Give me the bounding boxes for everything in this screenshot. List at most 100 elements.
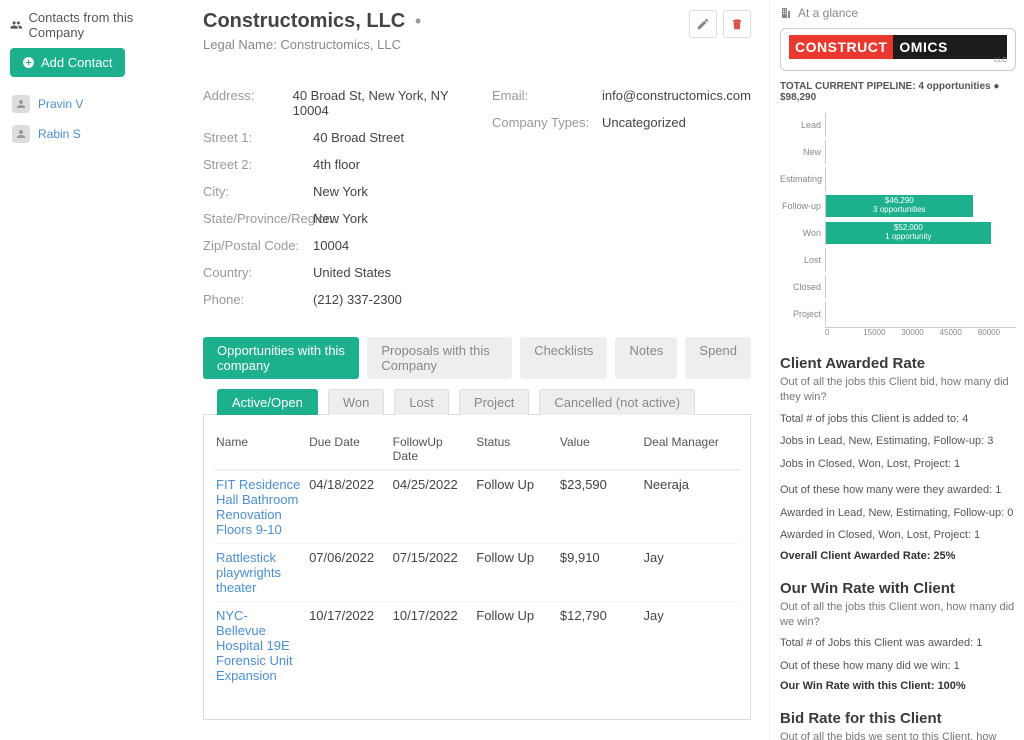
chart-category-label: Estimating xyxy=(780,174,825,184)
tab-spend[interactable]: Spend xyxy=(685,337,751,379)
contact-name[interactable]: Pravin V xyxy=(38,97,83,111)
glance-label: At a glance xyxy=(798,6,858,20)
add-contact-label: Add Contact xyxy=(41,55,113,70)
cell: 07/06/2022 xyxy=(309,550,385,565)
cell: Follow Up xyxy=(476,608,552,623)
detail-value: 10004 xyxy=(313,238,349,253)
cell: Neeraja xyxy=(644,477,739,492)
detail-label: State/Province/Region: xyxy=(203,211,313,226)
pipeline-summary: TOTAL CURRENT PIPELINE: 4 opportunities … xyxy=(780,81,1016,103)
col-value: Value xyxy=(560,435,636,463)
company-logo: CONSTRUCT OMICS LLC xyxy=(780,28,1016,71)
stat-line: Out of these how many were they awarded:… xyxy=(780,482,1016,499)
avatar xyxy=(12,125,30,143)
chart-tick: 15000 xyxy=(863,328,901,337)
stat-line: Jobs in Lead, New, Estimating, Follow-up… xyxy=(780,433,1016,450)
avatar xyxy=(12,95,30,113)
title-dot-icon: • xyxy=(415,11,421,31)
subtab-cancelled-not-active-[interactable]: Cancelled (not active) xyxy=(539,389,695,415)
contact-item[interactable]: Rabin S xyxy=(10,119,175,149)
winrate-title: Our Win Rate with Client xyxy=(780,580,1016,597)
col-mgr: Deal Manager xyxy=(644,435,739,463)
subtab-won[interactable]: Won xyxy=(328,389,385,415)
chart-bar-zone xyxy=(825,302,1016,326)
chart-category-label: Won xyxy=(780,228,825,238)
cell: $23,590 xyxy=(560,477,636,492)
tab-opportunities-with-this-company[interactable]: Opportunities with this company xyxy=(203,337,359,379)
chart-tick: 60000 xyxy=(978,328,1016,337)
company-details: Address:40 Broad St, New York, NY 10004S… xyxy=(203,82,751,313)
tab-proposals-with-this-company[interactable]: Proposals with this Company xyxy=(367,337,512,379)
subtab-lost[interactable]: Lost xyxy=(394,389,449,415)
winrate-sub: Out of all the jobs this Client won, how… xyxy=(780,600,1016,630)
detail-label: City: xyxy=(203,184,313,199)
chart-row: Closed xyxy=(780,273,1016,300)
glance-header: At a glance xyxy=(780,6,1016,20)
chart-row: Lead xyxy=(780,111,1016,138)
add-contact-button[interactable]: Add Contact xyxy=(10,48,125,77)
main-tabs: Opportunities with this companyProposals… xyxy=(203,337,751,379)
cell: $9,910 xyxy=(560,550,636,565)
chart-bar-zone xyxy=(825,248,1016,272)
company-title: Constructomics, LLC xyxy=(203,10,405,32)
stat-line: Awarded in Lead, New, Estimating, Follow… xyxy=(780,505,1016,522)
cell: $12,790 xyxy=(560,608,636,623)
contacts-list: Pravin V Rabin S xyxy=(10,89,175,149)
cell: 07/15/2022 xyxy=(393,550,469,565)
chart-bar-zone xyxy=(825,140,1016,164)
detail-value: New York xyxy=(313,184,368,199)
chart-tick: 0 xyxy=(825,328,863,337)
detail-row: Address:40 Broad St, New York, NY 10004 xyxy=(203,82,452,124)
chart-bar-zone: $52,0001 opportunity xyxy=(825,221,1016,245)
detail-label: Company Types: xyxy=(492,115,602,130)
awarded-sub: Out of all the jobs this Client bid, how… xyxy=(780,375,1016,405)
main-content: Constructomics, LLC • Legal Name: Constr… xyxy=(185,0,769,740)
col-follow: FollowUp Date xyxy=(393,435,469,463)
stat-line: Jobs in Closed, Won, Lost, Project: 1 xyxy=(780,456,1016,473)
chart-tick: 30000 xyxy=(901,328,939,337)
contacts-sidebar: Contacts from this Company Add Contact P… xyxy=(0,0,185,740)
cell: 10/17/2022 xyxy=(393,608,469,623)
detail-row: City:New York xyxy=(203,178,452,205)
detail-value: 40 Broad St, New York, NY 10004 xyxy=(293,88,452,118)
cell[interactable]: Rattlestick playwrights theater xyxy=(216,550,301,595)
cell[interactable]: FIT Residence Hall Bathroom Renovation F… xyxy=(216,477,301,537)
detail-row: Street 2:4th floor xyxy=(203,151,452,178)
tab-checklists[interactable]: Checklists xyxy=(520,337,607,379)
detail-row: Email:info@constructomics.com xyxy=(492,82,751,109)
contacts-header-label: Contacts from this Company xyxy=(29,10,176,40)
contacts-header: Contacts from this Company xyxy=(10,10,175,40)
cell: 10/17/2022 xyxy=(309,608,385,623)
bidrate-sub: Out of all the bids we sent to this Clie… xyxy=(780,730,1016,740)
detail-row: Country:United States xyxy=(203,259,452,286)
table-row: NYC- Bellevue Hospital 19E Forensic Unit… xyxy=(214,601,740,689)
stat-line: Total # of Jobs this Client was awarded:… xyxy=(780,635,1016,652)
opportunities-table: Name Due Date FollowUp Date Status Value… xyxy=(203,415,751,720)
stat-bold: Our Win Rate with this Client: 100% xyxy=(780,680,1016,692)
tab-notes[interactable]: Notes xyxy=(615,337,677,379)
detail-label: Country: xyxy=(203,265,313,280)
cell: Jay xyxy=(644,608,739,623)
bidrate-title: Bid Rate for this Client xyxy=(780,710,1016,727)
chart-row: Project xyxy=(780,300,1016,327)
glance-sidebar: At a glance CONSTRUCT OMICS LLC TOTAL CU… xyxy=(769,0,1024,740)
subtab-active-open[interactable]: Active/Open xyxy=(217,389,318,415)
detail-label: Address: xyxy=(203,88,293,118)
pipeline-chart: LeadNewEstimatingFollow-up$46,2903 oppor… xyxy=(780,111,1016,337)
cell[interactable]: NYC- Bellevue Hospital 19E Forensic Unit… xyxy=(216,608,301,683)
contact-name[interactable]: Rabin S xyxy=(38,127,81,141)
delete-button[interactable] xyxy=(723,10,751,38)
chart-category-label: Closed xyxy=(780,282,825,292)
subtab-project[interactable]: Project xyxy=(459,389,529,415)
detail-row: Street 1:40 Broad Street xyxy=(203,124,452,151)
contact-item[interactable]: Pravin V xyxy=(10,89,175,119)
detail-label: Zip/Postal Code: xyxy=(203,238,313,253)
detail-row: State/Province/Region:New York xyxy=(203,205,452,232)
detail-row: Phone:(212) 337-2300 xyxy=(203,286,452,313)
cell: Follow Up xyxy=(476,477,552,492)
col-name: Name xyxy=(216,435,301,463)
edit-button[interactable] xyxy=(689,10,717,38)
contacts-icon xyxy=(10,18,23,32)
detail-label: Street 1: xyxy=(203,130,313,145)
chart-bar-zone xyxy=(825,167,1016,191)
